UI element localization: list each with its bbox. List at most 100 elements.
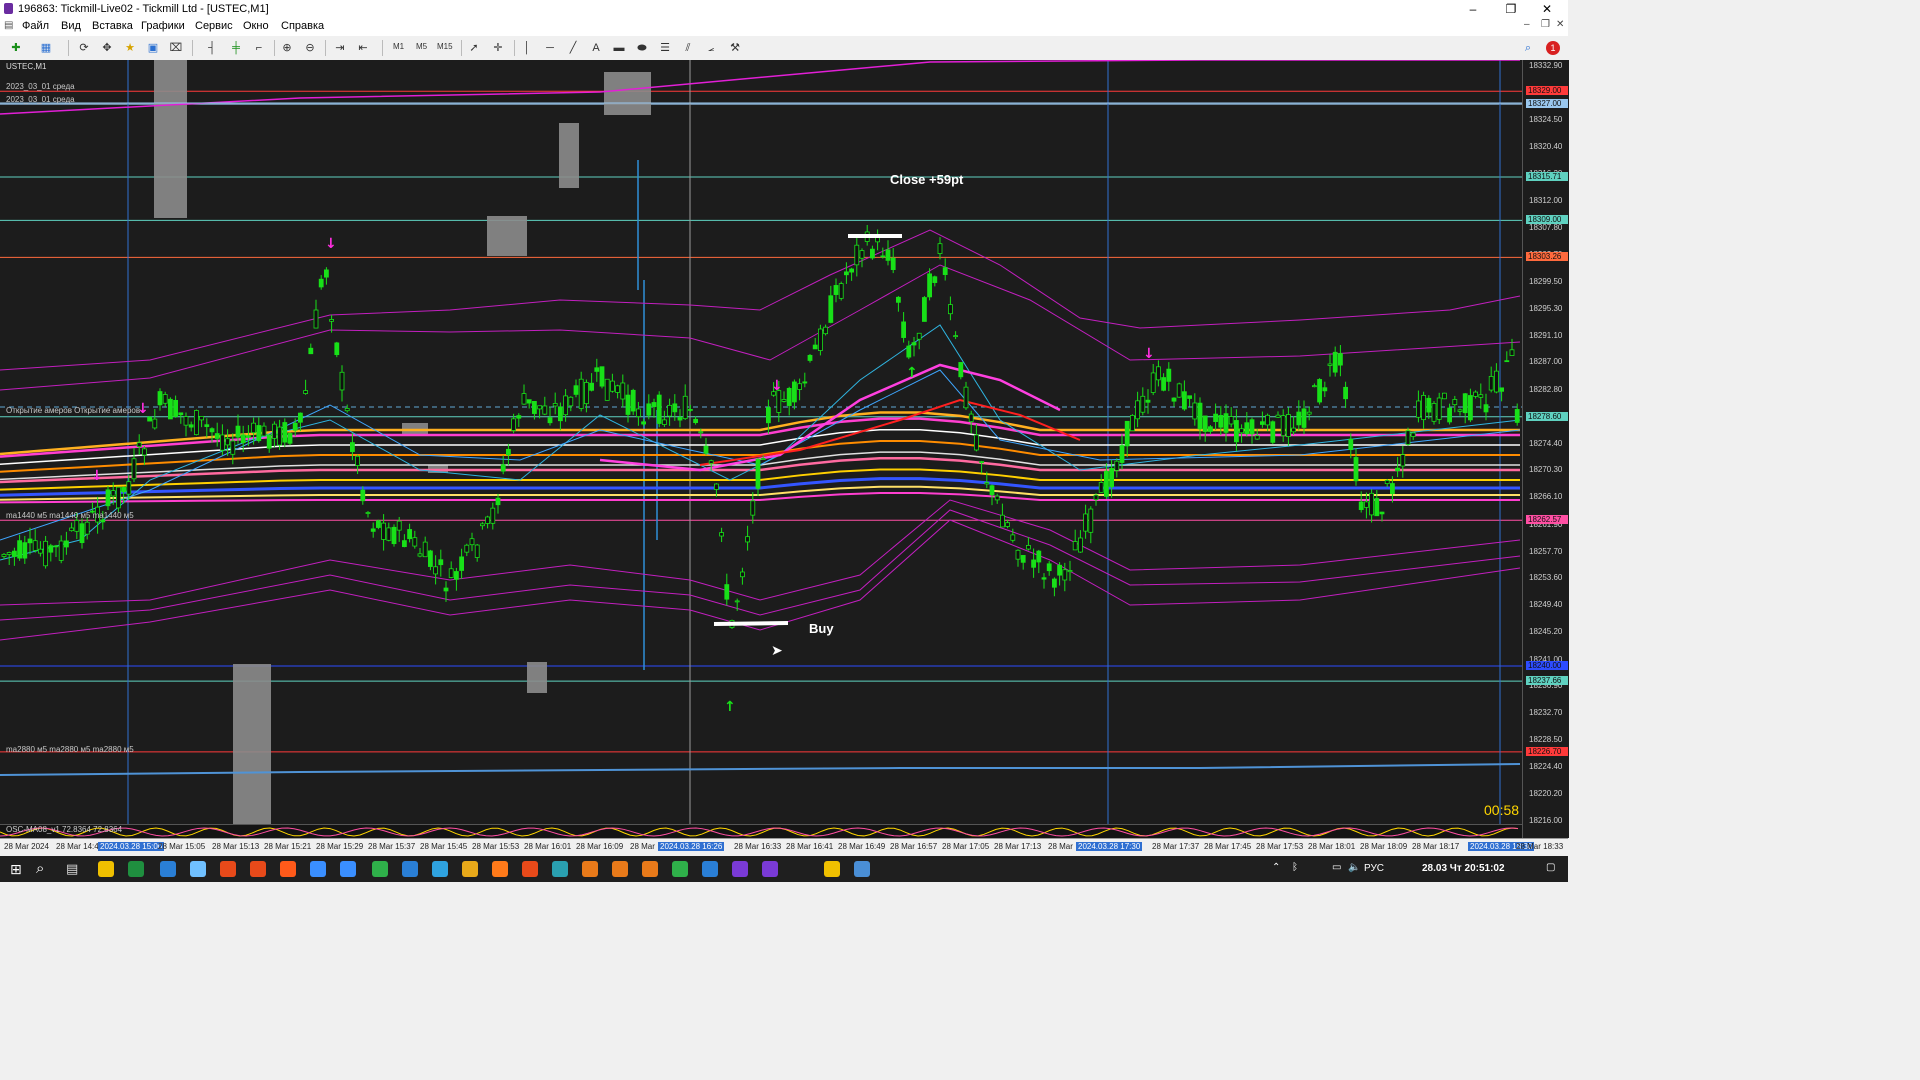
bar-chart-icon[interactable]: ┤ [204,40,220,56]
terminal-icon[interactable] [402,861,418,877]
timeframe-m1[interactable]: M1 [393,42,404,51]
a-app-icon[interactable] [582,861,598,877]
chart-window-icon[interactable]: ⌧ [168,40,184,56]
menu-window[interactable]: Окно [243,20,269,32]
candle-body [615,385,620,393]
mt5-icon[interactable] [732,861,748,877]
vertical-line-icon[interactable]: │ [519,40,535,56]
trendline-icon[interactable]: ╱ [565,40,581,56]
line-chart-icon[interactable]: ⌐ [251,40,267,56]
restore-button[interactable]: ❐ [1496,1,1526,17]
mt-icon[interactable] [280,861,296,877]
menu-help[interactable]: Справка [281,20,324,32]
cursor-icon[interactable]: ➚ [466,40,482,56]
timeframe-m5[interactable]: M5 [416,42,427,51]
candle-body [407,529,413,540]
horizontal-line-icon[interactable]: ─ [542,40,558,56]
top-band-line [0,60,1520,115]
arrow-app-icon[interactable] [340,861,356,877]
menu-insert[interactable]: Вставка [92,20,133,32]
system-clock[interactable]: 28.03 Чт 20:51:02 [1422,863,1505,874]
volume-icon[interactable]: 🔈 [1348,862,1360,873]
search-icon[interactable]: ⌕ [1520,40,1536,56]
brave-icon[interactable] [220,861,236,877]
timeframe-m15[interactable]: M15 [437,42,453,51]
menu-charts[interactable]: Графики [141,20,185,32]
folder-icon[interactable] [824,861,840,877]
menu-file[interactable]: Файл [22,20,49,32]
candle-body [1436,397,1442,420]
price-axis[interactable]: 18332.9018328.7018324.5018320.4018316.20… [1522,60,1569,838]
profiles-icon[interactable]: ▦ [38,40,54,56]
zoom-out-icon[interactable]: ⊖ [302,40,318,56]
mdi-minimize-icon[interactable]: – [1524,19,1530,30]
text-icon[interactable]: A [588,40,604,56]
task-view-icon[interactable]: ▤ [66,861,82,877]
gann-icon[interactable]: ⦟ [703,40,719,56]
a-app-icon[interactable] [642,861,658,877]
brave-icon[interactable] [250,861,266,877]
ellipse-icon[interactable]: ⬬ [634,40,650,56]
fibo-icon[interactable]: ☰ [657,40,673,56]
candle-body [688,409,693,411]
edge-icon[interactable] [160,861,176,877]
file-explorer-icon[interactable] [98,861,114,877]
mdi-close-icon[interactable]: ✕ [1556,19,1564,30]
candle-body [974,434,979,451]
time-axis[interactable]: 28 Mar 2024 28 Mar 14:4 2024.03.28 15:00 28… [0,838,1568,855]
menu-view[interactable]: Вид [61,20,81,32]
firefox-icon[interactable] [492,861,508,877]
tray-chevron-icon[interactable]: ⌃ [1272,862,1280,873]
a-app-icon[interactable] [612,861,628,877]
mdi-restore-icon[interactable]: ❐ [1541,19,1550,30]
settings-icon[interactable] [854,861,870,877]
autoscroll-icon[interactable]: ⇥ [332,40,348,56]
language-indicator[interactable]: РУС [1364,863,1384,874]
app-icon[interactable] [552,861,568,877]
channel-icon[interactable]: ⫽ [680,40,696,56]
chrome-icon[interactable] [462,861,478,877]
new-chart-icon[interactable]: ✚ [8,40,24,56]
menu-tools[interactable]: Сервис [195,20,233,32]
arrow-app-icon[interactable] [310,861,326,877]
chart-app-icon[interactable] [702,861,718,877]
chart-shift-icon[interactable]: ⇤ [355,40,371,56]
zoom-in-icon[interactable]: ⊕ [279,40,295,56]
crosshair-icon[interactable]: ✛ [490,40,506,56]
candle-body [1358,501,1364,510]
chart-canvas[interactable]: ↓↓↓↓↓↑↑ [0,60,1522,838]
chart-app-icon[interactable] [372,861,388,877]
shapes-icon[interactable]: ⚒ [727,40,743,56]
close-button[interactable]: ✕ [1532,1,1562,17]
indicator-subwindow[interactable] [0,824,1522,839]
candle-body [859,250,865,259]
market-watch-icon[interactable]: ⟳ [76,40,92,56]
chart-area[interactable]: ↓ ↓ ↓ ↓ ↓ ↑ ↑ USTEC,M1 2023_03_01 среда 2023_0… [0,60,1568,838]
candle-body [1223,413,1229,433]
candlestick-icon[interactable]: ╪ [228,40,244,56]
action-center-icon[interactable]: ▢ [1546,862,1555,873]
candle-body [105,489,111,507]
excel-icon[interactable] [128,861,144,877]
candle-body [1124,420,1130,447]
minimize-button[interactable]: – [1458,1,1488,17]
data-window-icon[interactable]: ★ [122,40,138,56]
start-icon[interactable]: ⊞ [10,861,26,877]
mt5-icon[interactable] [762,861,778,877]
notepad-icon[interactable] [190,861,206,877]
telegram-icon[interactable] [432,861,448,877]
candle-body [766,407,771,424]
strategy-tester-icon[interactable]: ▣ [145,40,161,56]
doc-icon[interactable]: ▤ [4,20,13,31]
brave-icon[interactable] [522,861,538,877]
bluetooth-icon[interactable]: ᛒ [1292,862,1298,873]
chart-app-icon[interactable] [672,861,688,877]
candle-body [958,362,964,378]
notification-icon[interactable]: 1 [1546,41,1560,55]
buy-trade-marker [713,621,789,626]
candle-body [1020,555,1026,563]
battery-icon[interactable]: ▭ [1332,862,1341,873]
navigator-icon[interactable]: ✥ [99,40,115,56]
rectangle-icon[interactable]: ▬ [611,40,627,56]
search-icon[interactable]: ⌕ [36,861,52,877]
